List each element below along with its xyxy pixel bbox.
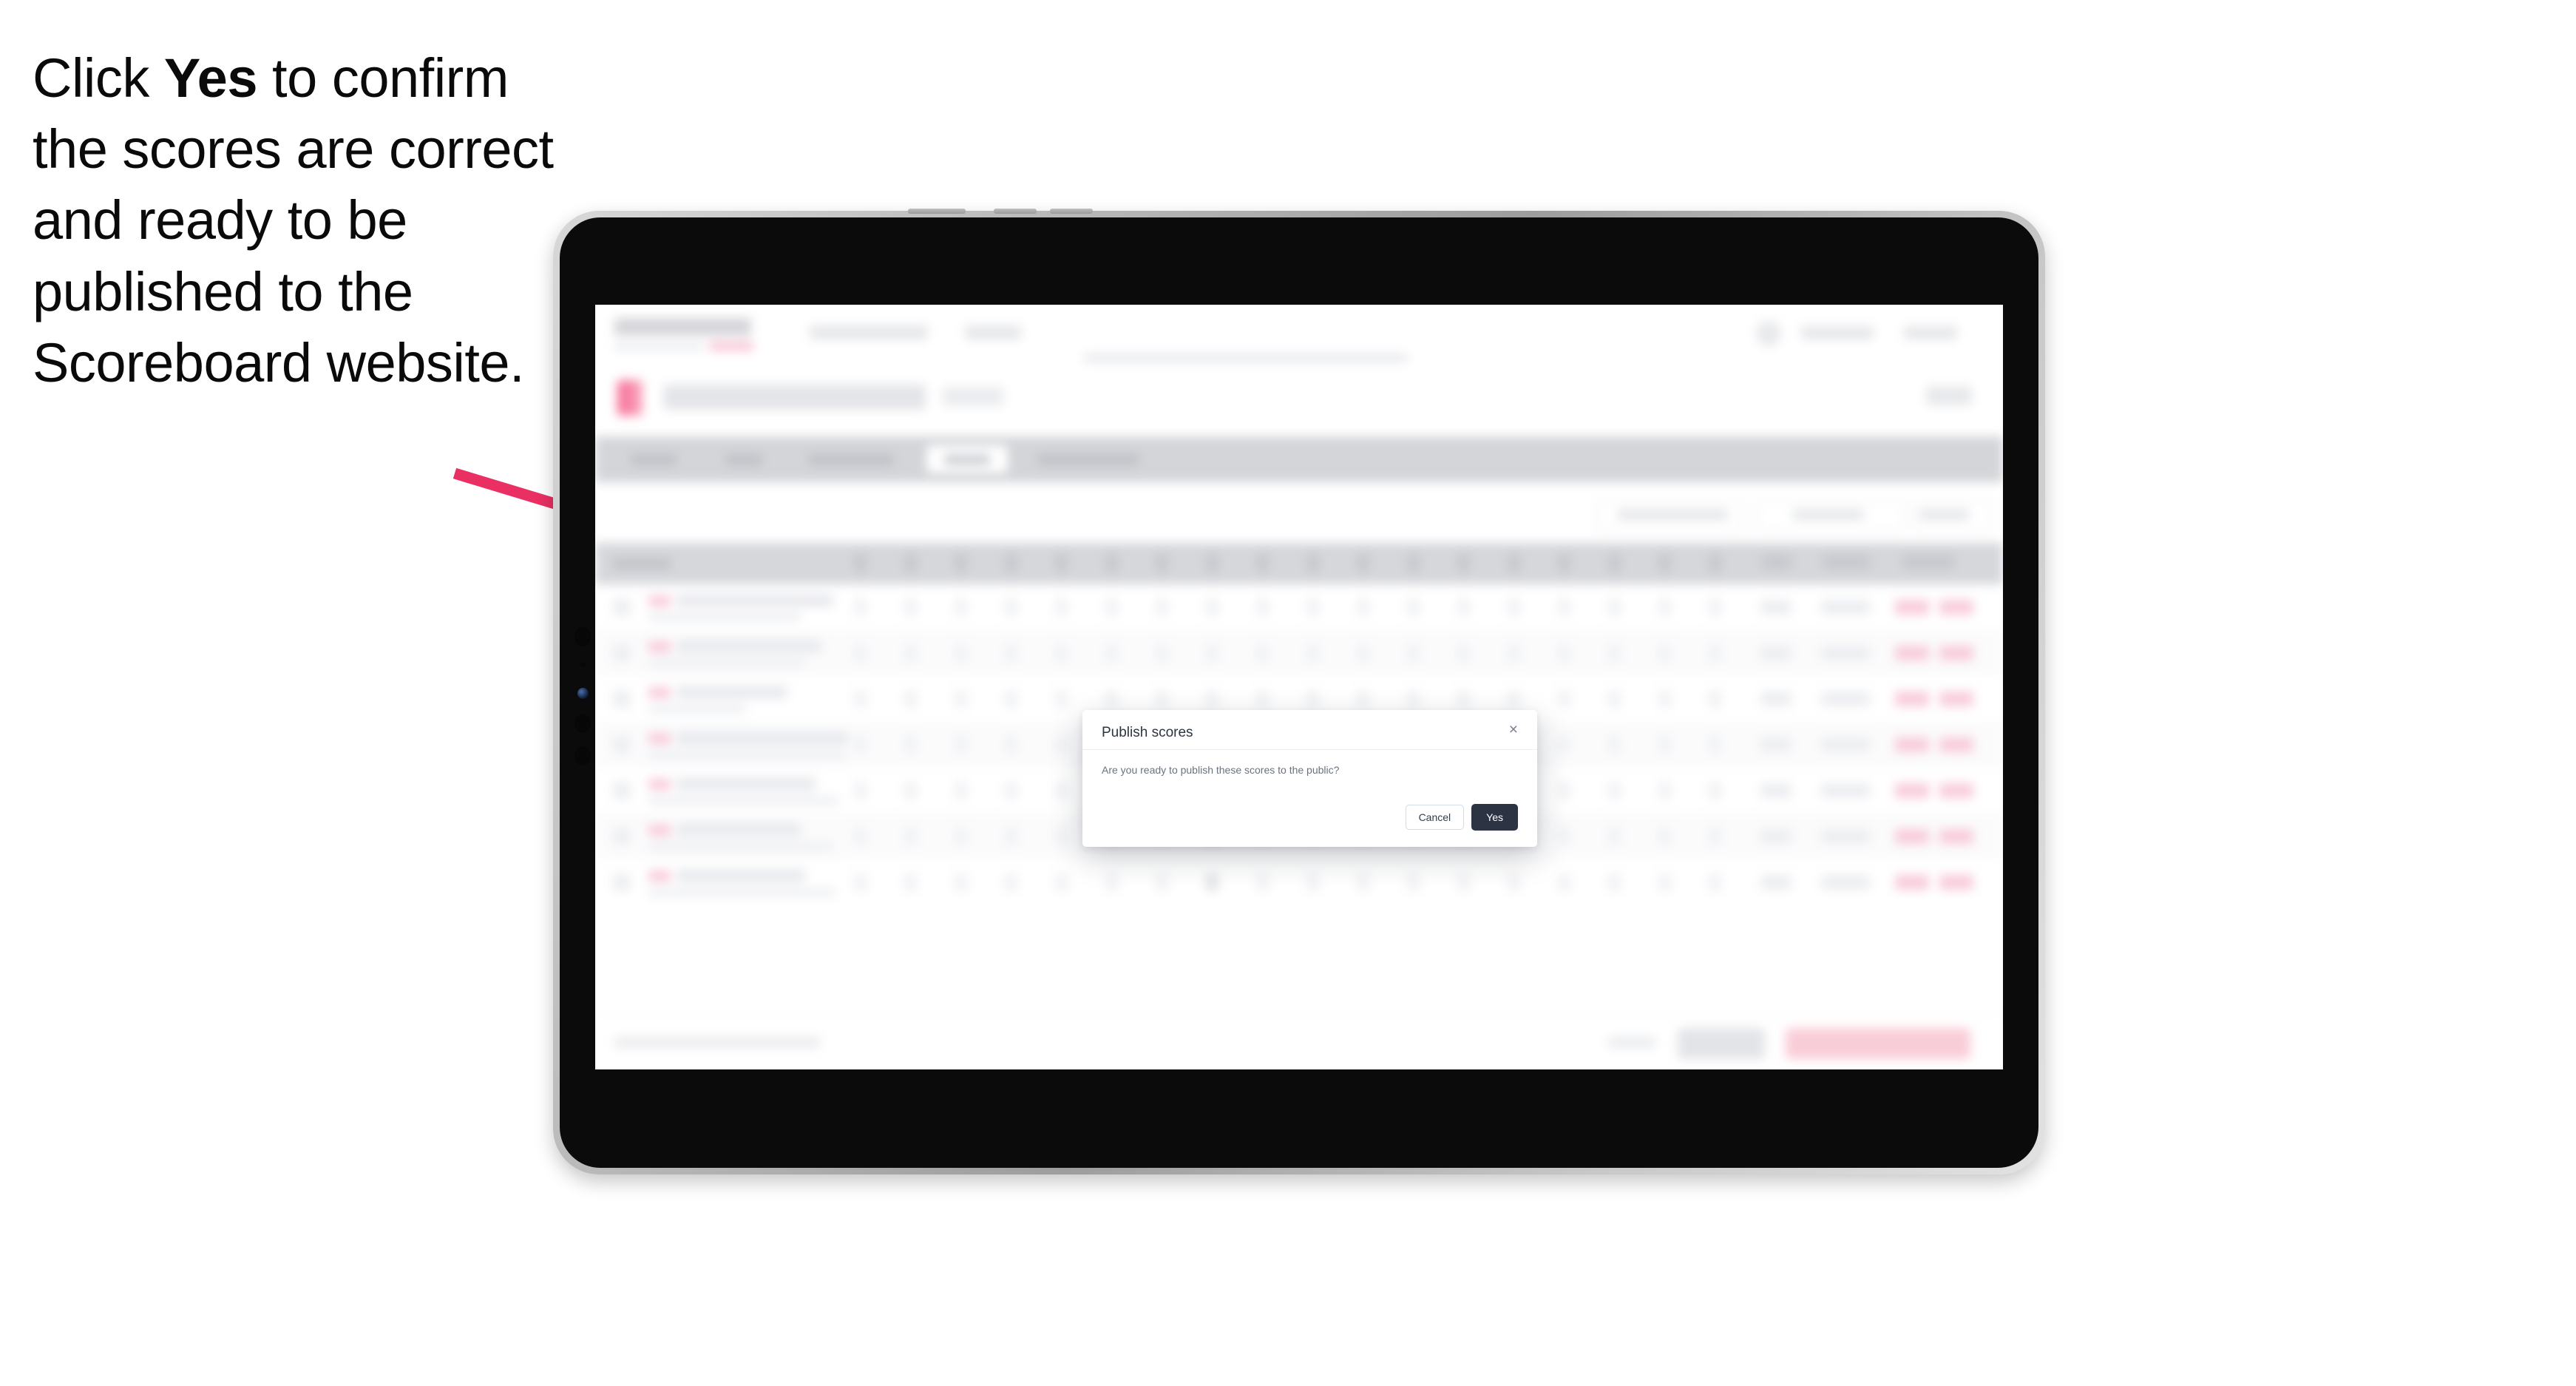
row-checkbox[interactable] (613, 644, 631, 662)
app-header (595, 305, 2003, 362)
publish-scores-dialog: Publish scores × Are you ready to publis… (1082, 710, 1537, 847)
close-icon[interactable]: × (1509, 722, 1518, 737)
row-player-subtitle (648, 750, 847, 760)
filter-dropdown-round-label (1793, 510, 1864, 520)
dialog-body: Are you ready to publish these scores to… (1082, 750, 1537, 776)
row-player-name (677, 777, 816, 791)
row-badge (648, 641, 671, 652)
row-checkbox[interactable] (613, 782, 631, 800)
tab-teams-label (725, 454, 762, 465)
table-row[interactable] (595, 584, 2003, 630)
page-title-band (595, 364, 2003, 432)
speaker-port-icon (574, 746, 591, 765)
confirm-yes-button[interactable]: Yes (1471, 804, 1518, 831)
table-row[interactable] (595, 630, 2003, 676)
row-checkbox[interactable] (613, 736, 631, 754)
row-player-name (677, 869, 805, 882)
device-button-power[interactable] (908, 209, 966, 214)
tablet-screen: Publish scores × Are you ready to publis… (595, 305, 2003, 1069)
row-checkbox[interactable] (613, 873, 631, 891)
filter-dropdown-division-label (1617, 510, 1728, 520)
tab-course-setup-label (808, 454, 894, 465)
row-player-name (677, 594, 833, 607)
status-led-icon (577, 688, 589, 699)
device-button-volume-down[interactable] (1050, 209, 1093, 214)
page-title-suffix (943, 387, 1003, 406)
header-account-link[interactable] (1801, 326, 1874, 339)
footer-note (614, 1037, 820, 1048)
footer-cancel-link[interactable] (1608, 1037, 1655, 1048)
row-checkbox[interactable] (613, 598, 631, 616)
filter-dropdown-sort-label (1919, 510, 1969, 520)
row-player-name (677, 686, 787, 699)
caption-text-before: Click (33, 47, 164, 109)
column-header-player (613, 558, 671, 569)
ambient-sensor-icon (580, 662, 586, 667)
app-footer (595, 1014, 2003, 1069)
page-title-action[interactable] (1926, 386, 1972, 405)
table-header-row (595, 543, 2003, 584)
dialog-message: Are you ready to publish these scores to… (1102, 764, 1340, 776)
row-player-subtitle (648, 842, 833, 851)
row-badge (648, 595, 671, 606)
row-player-subtitle (648, 612, 801, 622)
page-title (663, 385, 926, 410)
nav-item-teams[interactable] (965, 325, 1021, 339)
caption-emphasis-yes: Yes (163, 47, 258, 109)
instruction-caption: Click Yes to confirm the scores are corr… (33, 43, 572, 399)
header-signout-link[interactable] (1904, 326, 1957, 339)
avatar[interactable] (1756, 321, 1781, 346)
dialog-actions: Cancel Yes (1405, 804, 1518, 831)
row-player-subtitle (648, 704, 746, 714)
row-badge (648, 733, 671, 744)
tab-results-label (944, 454, 990, 465)
dialog-title: Publish scores (1102, 725, 1193, 740)
row-badge (648, 779, 671, 790)
speaker-port-icon (574, 714, 591, 733)
device-button-volume-up[interactable] (994, 209, 1037, 214)
row-player-subtitle (648, 796, 839, 805)
tab-leaderboard-label (1037, 454, 1139, 465)
table-row[interactable] (595, 859, 2003, 905)
front-camera-icon (574, 627, 591, 646)
row-player-name (677, 640, 821, 653)
dialog-header: Publish scores × (1082, 710, 1537, 750)
row-player-subtitle (648, 658, 805, 668)
tab-details-label (631, 454, 677, 465)
event-logo-icon (617, 380, 643, 416)
app-logo[interactable] (614, 318, 753, 351)
footer-save-button[interactable] (1678, 1028, 1765, 1059)
tab-bar (595, 436, 2003, 482)
nav-item-tournaments[interactable] (810, 325, 928, 339)
cancel-button[interactable]: Cancel (1405, 805, 1465, 830)
row-checkbox[interactable] (613, 690, 631, 708)
row-player-name (677, 731, 848, 745)
row-checkbox[interactable] (613, 828, 631, 845)
scoreboard-app-background (595, 305, 2003, 1069)
row-player-name (677, 823, 801, 836)
row-badge (648, 871, 671, 882)
row-badge (648, 687, 671, 698)
row-player-subtitle (648, 888, 835, 897)
tablet-device: Publish scores × Are you ready to publis… (553, 209, 2045, 1174)
row-badge (648, 825, 671, 836)
footer-publish-button[interactable] (1786, 1028, 1970, 1059)
filter-row (595, 487, 2003, 541)
progress-bar (1083, 354, 1409, 362)
